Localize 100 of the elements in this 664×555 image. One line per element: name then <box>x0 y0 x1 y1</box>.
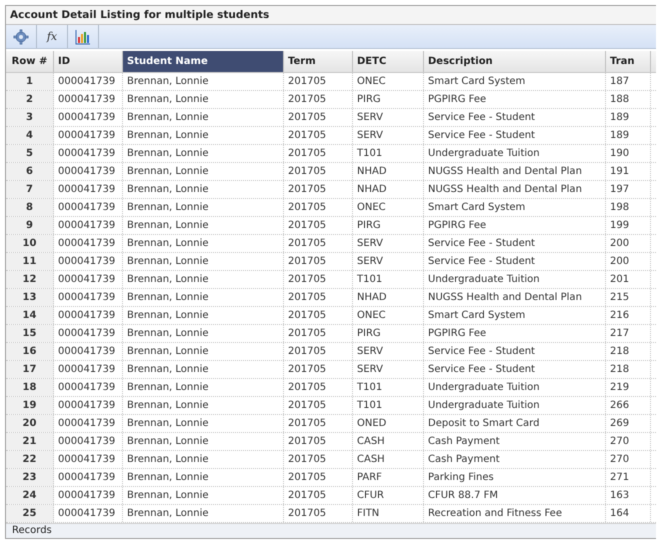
table-cell: Service Fee - Student <box>424 127 606 144</box>
table-cell: NUGSS Health and Dental Plan <box>424 163 606 180</box>
row-number: 8 <box>6 199 54 216</box>
table-cell: Brennan, Lonnie <box>123 91 284 108</box>
table-cell: Undergraduate Tuition <box>424 397 606 414</box>
table-cell: Cash Payment <box>424 433 606 450</box>
table-cell: 000041739 <box>54 253 123 270</box>
table-cell: Brennan, Lonnie <box>123 127 284 144</box>
table-cell: 201705 <box>284 379 353 396</box>
table-cell: T101 <box>353 397 424 414</box>
table-cell: SERV <box>353 253 424 270</box>
row-number: 5 <box>6 145 54 162</box>
table-cell: NHAD <box>353 163 424 180</box>
row-number: 16 <box>6 343 54 360</box>
table-cell: ONEC <box>353 199 424 216</box>
column-header[interactable]: Student Name <box>123 51 284 72</box>
table-cell: 000041739 <box>54 145 123 162</box>
table-cell: 218 <box>606 343 651 360</box>
table-cell: CFUR <box>353 487 424 504</box>
column-header[interactable]: Term <box>284 51 353 72</box>
row-number: 23 <box>6 469 54 486</box>
table-cell: 201705 <box>284 91 353 108</box>
table-cell: 201705 <box>284 397 353 414</box>
table-cell: ONEC <box>353 307 424 324</box>
table-cell: T101 <box>353 271 424 288</box>
table-cell: 000041739 <box>54 217 123 234</box>
table-cell: 200 <box>606 235 651 252</box>
table-cell: 201705 <box>284 199 353 216</box>
table-cell: CASH <box>353 451 424 468</box>
table-cell: PGPIRG Fee <box>424 217 606 234</box>
table-cell: 218 <box>606 361 651 378</box>
table-cell: 201705 <box>284 307 353 324</box>
row-number: 20 <box>6 415 54 432</box>
column-header[interactable]: Tran <box>606 51 651 72</box>
table-cell: NUGSS Health and Dental Plan <box>424 289 606 306</box>
function-button[interactable]: fx <box>37 25 68 48</box>
table-cell: 201705 <box>284 289 353 306</box>
table-cell: T101 <box>353 379 424 396</box>
table-cell: NUGSS Health and Dental Plan <box>424 181 606 198</box>
table-cell: 000041739 <box>54 379 123 396</box>
table-cell: 189 <box>606 109 651 126</box>
table-cell: Brennan, Lonnie <box>123 451 284 468</box>
table-cell: 000041739 <box>54 397 123 414</box>
table-cell: 216 <box>606 307 651 324</box>
table-cell: Service Fee - Student <box>424 253 606 270</box>
table-cell: Brennan, Lonnie <box>123 217 284 234</box>
table-cell: Service Fee - Student <box>424 343 606 360</box>
row-number: 12 <box>6 271 54 288</box>
table-cell: Brennan, Lonnie <box>123 109 284 126</box>
table-cell: PGPIRG Fee <box>424 91 606 108</box>
table-cell: T101 <box>353 145 424 162</box>
table-cell: 000041739 <box>54 307 123 324</box>
column-header[interactable]: Description <box>424 51 606 72</box>
table-cell: Brennan, Lonnie <box>123 433 284 450</box>
table-cell: FITN <box>353 505 424 522</box>
table-cell: 201705 <box>284 217 353 234</box>
row-number: 24 <box>6 487 54 504</box>
table-cell: 201705 <box>284 433 353 450</box>
table-cell: Smart Card System <box>424 73 606 90</box>
table-cell: 201705 <box>284 73 353 90</box>
table-cell: SERV <box>353 127 424 144</box>
table-cell: 000041739 <box>54 289 123 306</box>
status-text: Records <box>12 525 52 536</box>
table-cell: 000041739 <box>54 415 123 432</box>
table-cell: Brennan, Lonnie <box>123 253 284 270</box>
table-cell: ONED <box>353 415 424 432</box>
table-cell: 200 <box>606 253 651 270</box>
row-number: 25 <box>6 505 54 522</box>
table-cell: Brennan, Lonnie <box>123 469 284 486</box>
row-number: 18 <box>6 379 54 396</box>
table-cell: 201705 <box>284 163 353 180</box>
table-cell: 201705 <box>284 235 353 252</box>
table-cell: Brennan, Lonnie <box>123 343 284 360</box>
row-number: 1 <box>6 73 54 90</box>
column-header[interactable]: DETC <box>353 51 424 72</box>
row-number: 9 <box>6 217 54 234</box>
table-cell: 000041739 <box>54 127 123 144</box>
table-cell: NHAD <box>353 289 424 306</box>
row-number: 4 <box>6 127 54 144</box>
table-cell: 198 <box>606 199 651 216</box>
table-cell: 000041739 <box>54 433 123 450</box>
table-cell: 270 <box>606 451 651 468</box>
row-number: 10 <box>6 235 54 252</box>
table-cell: 189 <box>606 127 651 144</box>
table-cell: Service Fee - Student <box>424 235 606 252</box>
table-cell: Smart Card System <box>424 199 606 216</box>
table-cell: 215 <box>606 289 651 306</box>
table-cell: 000041739 <box>54 343 123 360</box>
table-cell: 201705 <box>284 325 353 342</box>
table-cell: Brennan, Lonnie <box>123 145 284 162</box>
table-cell: 000041739 <box>54 469 123 486</box>
table-cell: 000041739 <box>54 91 123 108</box>
bar-chart-icon <box>75 28 91 44</box>
table-cell: NHAD <box>353 181 424 198</box>
table-cell: CASH <box>353 433 424 450</box>
row-number: 19 <box>6 397 54 414</box>
table-cell: Brennan, Lonnie <box>123 361 284 378</box>
table-cell: 000041739 <box>54 361 123 378</box>
column-header[interactable]: Row # <box>6 51 54 72</box>
table-cell: 000041739 <box>54 109 123 126</box>
